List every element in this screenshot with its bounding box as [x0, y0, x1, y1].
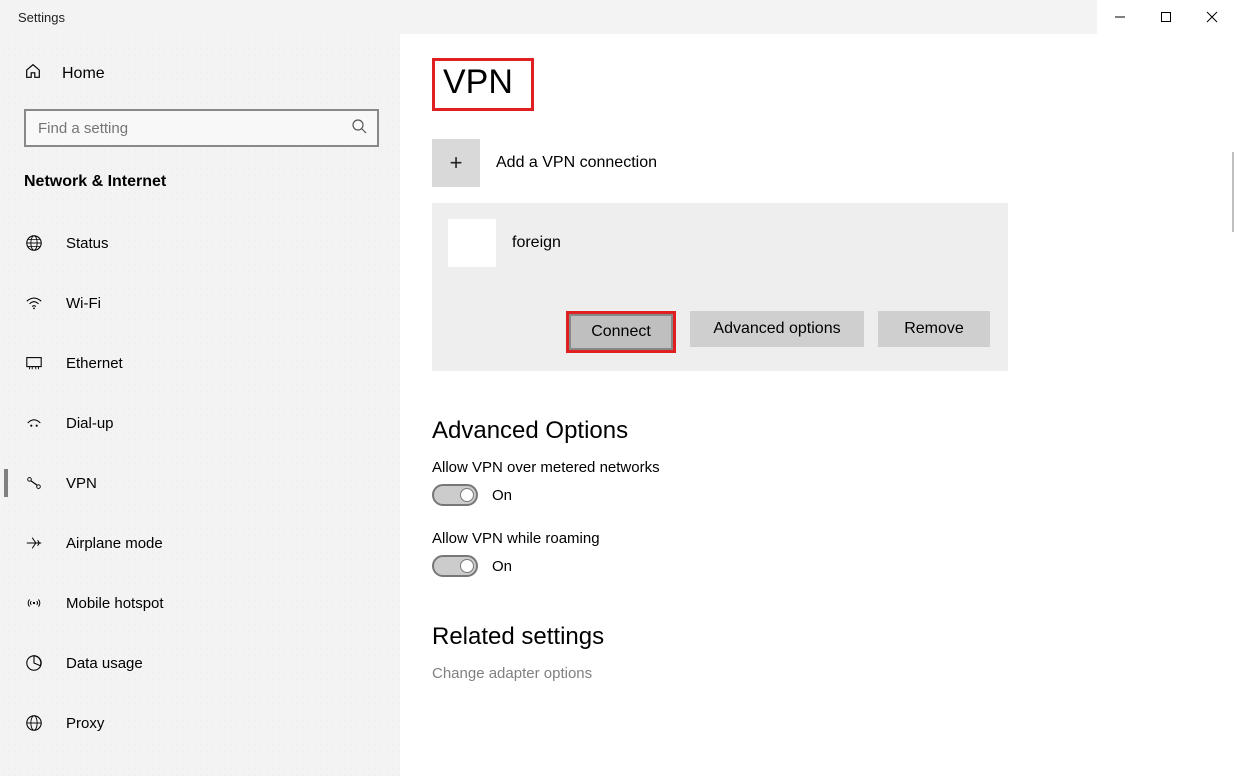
globe-icon: [24, 234, 44, 252]
sidebar-item-vpn[interactable]: VPN: [0, 453, 400, 513]
vpn-connection-icon: [448, 219, 496, 267]
window-title: Settings: [0, 10, 65, 25]
advanced-options-heading: Advanced Options: [432, 417, 1235, 445]
toggle-knob: [460, 559, 474, 573]
sidebar: Home Network & Internet Status: [0, 34, 400, 776]
metered-label: Allow VPN over metered networks: [432, 459, 1235, 476]
proxy-icon: [24, 714, 44, 732]
home-icon: [24, 62, 42, 85]
add-vpn-label: Add a VPN connection: [496, 154, 657, 172]
sidebar-item-label: Airplane mode: [66, 535, 163, 552]
connect-highlight: Connect: [566, 311, 676, 353]
search-input[interactable]: [36, 119, 351, 138]
window-controls: [1097, 0, 1235, 34]
roaming-state: On: [492, 558, 512, 575]
vpn-actions: Connect Advanced options Remove: [448, 311, 992, 353]
vpn-card-header: foreign: [448, 219, 992, 267]
wifi-icon: [24, 294, 44, 312]
minimize-icon: [1114, 11, 1126, 23]
sidebar-category: Network & Internet: [0, 157, 400, 201]
search-box[interactable]: [24, 109, 379, 147]
sidebar-item-datausage[interactable]: Data usage: [0, 633, 400, 693]
metered-toggle-row: On: [432, 484, 1235, 506]
sidebar-item-status[interactable]: Status: [0, 213, 400, 273]
connect-button[interactable]: Connect: [569, 314, 673, 350]
roaming-toggle-row: On: [432, 555, 1235, 577]
close-button[interactable]: [1189, 0, 1235, 34]
search-icon: [351, 118, 367, 138]
sidebar-item-airplane[interactable]: Airplane mode: [0, 513, 400, 573]
metered-toggle[interactable]: [432, 484, 478, 506]
sidebar-item-hotspot[interactable]: Mobile hotspot: [0, 573, 400, 633]
sidebar-item-label: Status: [66, 235, 109, 252]
sidebar-nav: Status Wi-Fi Ethernet Dial-up: [0, 201, 400, 753]
sidebar-home-label: Home: [62, 65, 105, 83]
roaming-toggle[interactable]: [432, 555, 478, 577]
add-vpn-row[interactable]: + Add a VPN connection: [432, 139, 1235, 187]
sidebar-item-label: Mobile hotspot: [66, 595, 164, 612]
minimize-button[interactable]: [1097, 0, 1143, 34]
title-bar: Settings: [0, 0, 1235, 34]
scrollbar[interactable]: [1232, 152, 1234, 232]
sidebar-item-label: Proxy: [66, 715, 104, 732]
plus-icon[interactable]: +: [432, 139, 480, 187]
advanced-options-button[interactable]: Advanced options: [690, 311, 864, 347]
sidebar-item-label: Dial-up: [66, 415, 114, 432]
remove-button[interactable]: Remove: [878, 311, 990, 347]
toggle-knob: [460, 488, 474, 502]
data-usage-icon: [24, 654, 44, 672]
vpn-icon: [24, 474, 44, 492]
vpn-connection-name: foreign: [512, 234, 561, 252]
metered-state: On: [492, 487, 512, 504]
search-wrap: [0, 93, 400, 157]
sidebar-item-dialup[interactable]: Dial-up: [0, 393, 400, 453]
close-icon: [1206, 11, 1218, 23]
main-content: VPN + Add a VPN connection foreign Conne…: [400, 34, 1235, 776]
sidebar-item-ethernet[interactable]: Ethernet: [0, 333, 400, 393]
hotspot-icon: [24, 594, 44, 612]
dialup-icon: [24, 414, 44, 432]
ethernet-icon: [24, 354, 44, 372]
airplane-icon: [24, 534, 44, 552]
roaming-label: Allow VPN while roaming: [432, 530, 1235, 547]
sidebar-item-wifi[interactable]: Wi-Fi: [0, 273, 400, 333]
page-title: VPN: [432, 58, 534, 111]
maximize-icon: [1160, 11, 1172, 23]
maximize-button[interactable]: [1143, 0, 1189, 34]
sidebar-item-label: Wi-Fi: [66, 295, 101, 312]
sidebar-item-label: Ethernet: [66, 355, 123, 372]
sidebar-home[interactable]: Home: [0, 54, 400, 93]
vpn-connection-card[interactable]: foreign Connect Advanced options Remove: [432, 203, 1008, 371]
sidebar-item-label: VPN: [66, 475, 97, 492]
change-adapter-link[interactable]: Change adapter options: [432, 665, 1235, 682]
related-settings-heading: Related settings: [432, 623, 1235, 651]
sidebar-item-proxy[interactable]: Proxy: [0, 693, 400, 753]
sidebar-item-label: Data usage: [66, 655, 143, 672]
